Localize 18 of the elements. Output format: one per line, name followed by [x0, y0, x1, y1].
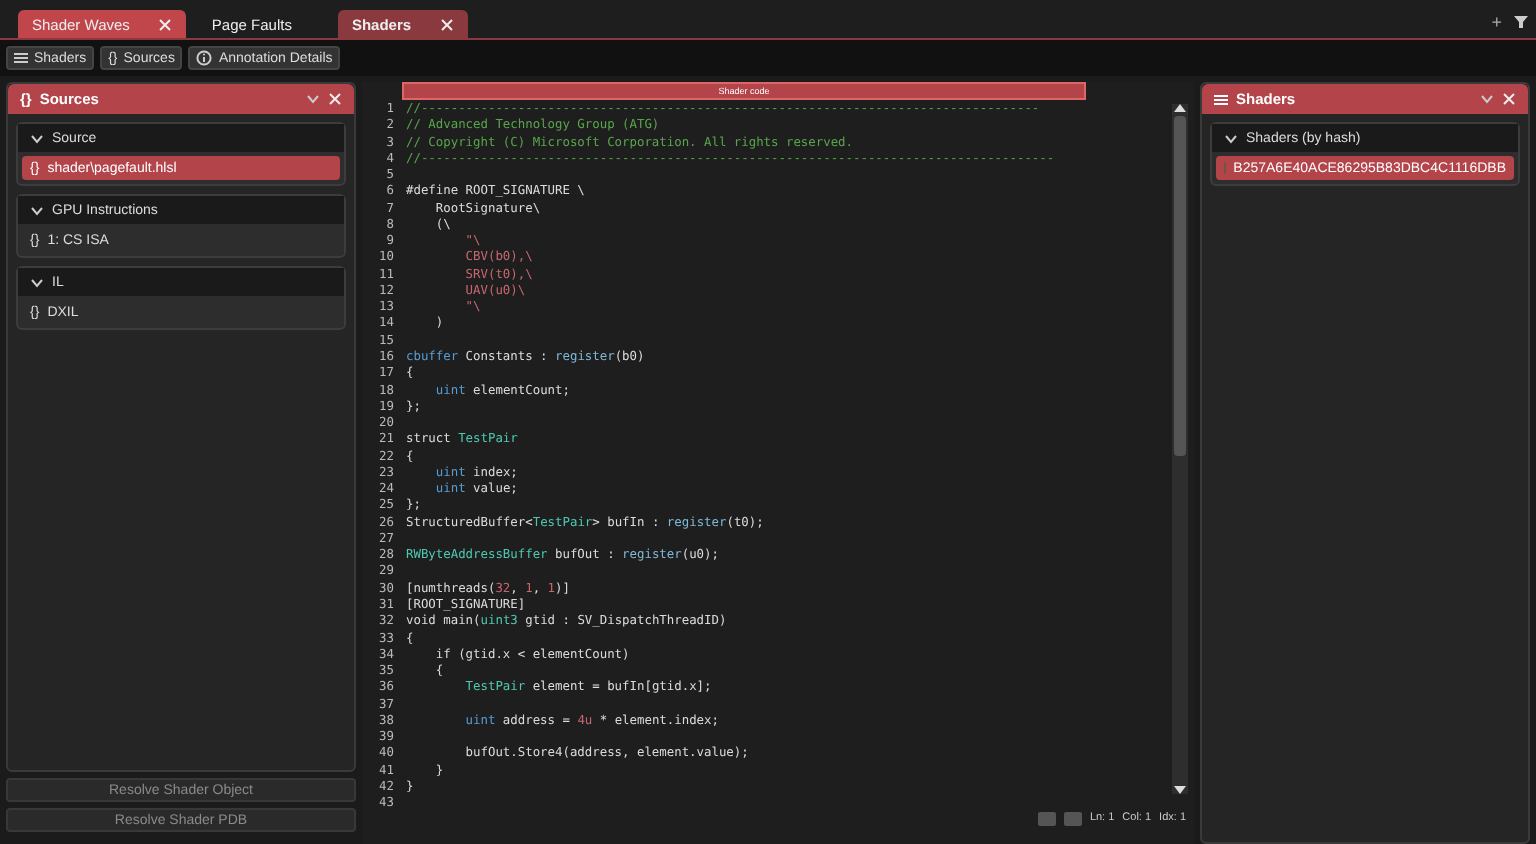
- scroll-down-icon[interactable]: [1174, 786, 1186, 794]
- chevron-down-icon: [30, 277, 44, 287]
- list-icon: [14, 52, 28, 64]
- scrollbar[interactable]: [1172, 104, 1188, 794]
- chevron-down-icon: [306, 94, 320, 104]
- chevron-down-icon: [1224, 133, 1238, 143]
- filter-icon: [1514, 14, 1528, 28]
- chevron-down-icon: [30, 205, 44, 215]
- list-icon: [1214, 93, 1228, 105]
- chevron-down-icon: [30, 133, 44, 143]
- close-icon: [328, 92, 342, 106]
- add-tab-button[interactable]: +: [1491, 12, 1502, 32]
- chevron-down-icon: [1480, 94, 1494, 104]
- scroll-up-icon[interactable]: [1174, 104, 1186, 112]
- info-icon: [196, 50, 213, 66]
- close-icon: [1502, 92, 1516, 106]
- view-mode-icon[interactable]: [1037, 811, 1056, 825]
- whitespace-icon[interactable]: [1063, 811, 1082, 825]
